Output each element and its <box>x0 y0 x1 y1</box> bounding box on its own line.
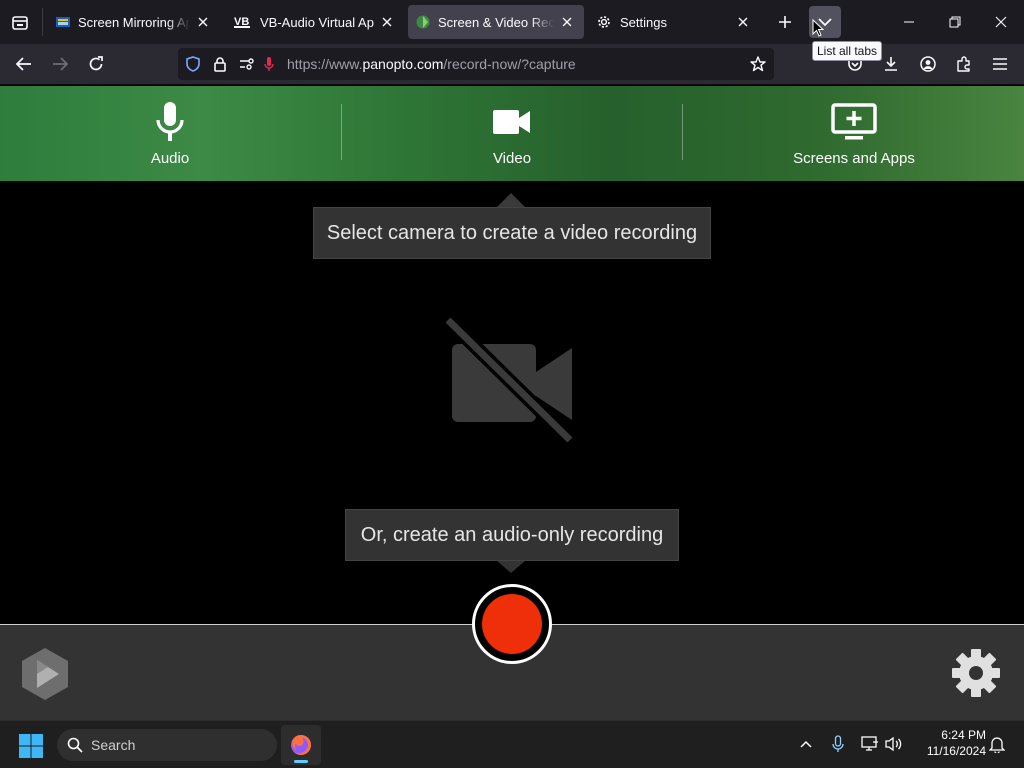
reload-button[interactable] <box>81 49 111 79</box>
firefox-view-button[interactable] <box>6 9 34 37</box>
restore-button[interactable] <box>932 4 978 40</box>
gear-icon <box>596 14 612 30</box>
new-tab-button[interactable] <box>769 6 801 38</box>
search-placeholder: Search <box>91 737 136 753</box>
url-text[interactable]: https://www.panopto.com/record-now/?capt… <box>287 56 576 72</box>
tab-strip: Screen Mirroring App · VB VB-Audio Virtu… <box>0 0 1024 44</box>
puzzle-piece-icon <box>957 56 970 72</box>
plus-icon <box>779 16 791 28</box>
network-tray-button[interactable] <box>859 733 881 755</box>
volume-tray-button[interactable] <box>883 733 905 755</box>
url-prefix: https://www. <box>287 56 363 72</box>
list-all-tabs-tooltip: List all tabs <box>812 41 883 61</box>
select-camera-hint: Select camera to create a video recordin… <box>313 207 711 259</box>
account-icon <box>920 56 936 72</box>
url-path: /record-now/?capture <box>443 56 576 72</box>
back-button[interactable] <box>9 49 39 79</box>
mouse-cursor-icon <box>812 19 824 37</box>
screens-and-apps-source-button[interactable]: Screens and Apps <box>754 86 954 181</box>
close-window-button[interactable] <box>978 4 1024 40</box>
add-screen-icon <box>831 102 877 142</box>
speaker-icon <box>885 736 902 752</box>
windows-start-icon[interactable] <box>16 731 46 761</box>
screens-and-apps-source-label: Screens and Apps <box>793 150 915 167</box>
search-icon <box>67 737 83 753</box>
firefox-taskbar-button[interactable] <box>281 725 321 765</box>
permissions-icon[interactable] <box>238 55 256 73</box>
network-icon <box>861 736 878 751</box>
close-tab-icon[interactable] <box>194 13 212 31</box>
firefox-view-icon <box>12 16 28 30</box>
source-divider <box>341 104 342 160</box>
video-camera-icon <box>493 102 531 142</box>
bookmark-star-icon[interactable] <box>749 55 767 73</box>
tab-title: Settings <box>620 14 667 30</box>
tracking-protection-shield-icon[interactable] <box>184 55 202 73</box>
hint-pointer <box>497 561 525 573</box>
minimize-icon <box>904 21 914 23</box>
audio-source-label: Audio <box>150 150 190 167</box>
chevron-up-icon <box>800 740 812 748</box>
panopto-favicon-icon <box>416 15 430 29</box>
show-hidden-icons-button[interactable] <box>795 733 817 755</box>
taskbar-search-box[interactable]: Search <box>57 729 277 761</box>
forward-button[interactable] <box>45 49 75 79</box>
firefox-icon <box>291 735 311 755</box>
arrow-left-icon <box>16 57 31 71</box>
bell-icon <box>989 737 1005 753</box>
clock-date: 11/16/2024 <box>926 744 986 758</box>
extensions-button[interactable] <box>949 49 979 79</box>
minimize-button[interactable] <box>886 4 932 40</box>
tab-vb-audio[interactable]: VB VB-Audio Virtual Apps <box>226 5 404 39</box>
record-button[interactable] <box>472 584 552 664</box>
microphone-tray-button[interactable] <box>827 733 849 755</box>
restore-icon <box>949 16 961 28</box>
vb-audio-favicon-icon: VB <box>234 15 252 29</box>
microphone-icon <box>832 735 844 752</box>
video-source-button[interactable]: Video <box>412 86 612 181</box>
taskbar-clock[interactable]: 6:24 PM 11/16/2024 <box>914 727 986 759</box>
tab-strip-separator <box>42 8 43 36</box>
url-host: panopto.com <box>362 56 444 72</box>
tab-title: Screen Mirroring App · <box>78 14 190 30</box>
close-tab-icon[interactable] <box>558 13 576 31</box>
notifications-button[interactable] <box>986 733 1008 755</box>
close-icon <box>995 16 1007 28</box>
audio-source-button[interactable]: Audio <box>70 86 270 181</box>
close-tab-icon[interactable] <box>378 13 396 31</box>
reload-icon <box>89 56 103 71</box>
microphone-in-use-icon[interactable] <box>260 55 278 73</box>
windows-taskbar: Search 6:24 PM 11/16/2024 <box>0 720 1024 768</box>
address-bar[interactable]: https://www.panopto.com/record-now/?capt… <box>178 48 774 80</box>
source-divider <box>682 104 683 160</box>
settings-gear-icon[interactable] <box>950 647 1002 699</box>
video-source-label: Video <box>492 150 532 167</box>
record-dot <box>482 594 542 654</box>
audio-only-hint: Or, create an audio-only recording <box>345 509 679 561</box>
capture-source-bar: Audio Video Screens and Apps <box>0 86 1024 181</box>
close-tab-icon[interactable] <box>734 13 752 31</box>
tab-settings[interactable]: Settings <box>588 5 760 39</box>
account-button[interactable] <box>913 49 943 79</box>
download-icon <box>885 57 897 71</box>
tab-screen-mirroring[interactable]: Screen Mirroring App · <box>48 5 220 39</box>
app-menu-button[interactable] <box>985 49 1015 79</box>
screen-mirroring-favicon-icon <box>56 15 70 29</box>
active-app-indicator <box>294 760 308 763</box>
arrow-right-icon <box>53 57 68 71</box>
tab-title: Screen & Video Record <box>438 14 554 30</box>
hint-pointer <box>497 193 525 207</box>
tab-title: VB-Audio Virtual Apps <box>260 14 374 30</box>
clock-time: 6:24 PM <box>941 728 986 742</box>
hamburger-menu-icon <box>993 58 1007 70</box>
panopto-logo-icon <box>22 648 68 700</box>
camera-off-icon <box>446 316 575 445</box>
microphone-icon <box>154 102 186 142</box>
lock-icon[interactable] <box>211 55 229 73</box>
tab-screen-video-record[interactable]: Screen & Video Record <box>408 5 584 39</box>
